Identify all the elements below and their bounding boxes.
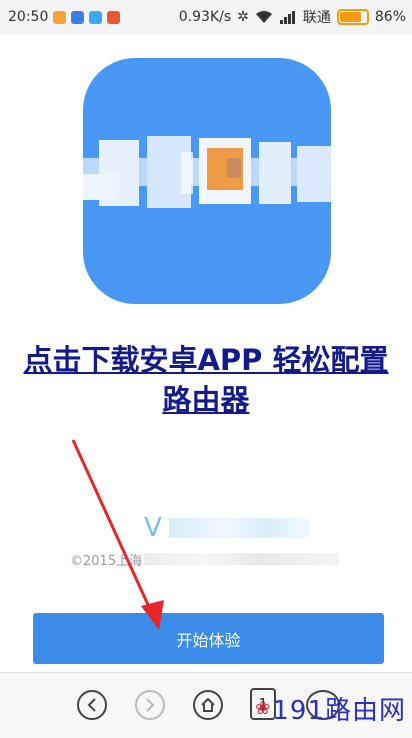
copyright-text: ©2015上海 bbox=[70, 553, 143, 569]
battery-level bbox=[339, 12, 361, 22]
status-time: 20:50 bbox=[8, 9, 49, 25]
notification-icon bbox=[71, 10, 85, 24]
version-label: V bbox=[144, 510, 309, 546]
download-app-link[interactable]: 点击下载安卓APP 轻松配置 路由器 bbox=[0, 340, 412, 420]
notification-icon bbox=[107, 10, 121, 24]
logo-blurred-wordmark bbox=[83, 134, 331, 216]
signal-icon bbox=[279, 11, 295, 24]
battery-percent: 86% bbox=[374, 9, 406, 25]
notification-icon bbox=[53, 10, 67, 24]
paw-icon: ❀ bbox=[255, 698, 271, 719]
status-bar: 20:50 0.93K/s ✲ 联通 86% bbox=[0, 0, 412, 34]
back-icon[interactable] bbox=[77, 690, 107, 720]
download-link-line-2: 路由器 bbox=[162, 383, 250, 417]
app-logo bbox=[83, 58, 331, 304]
status-right-group: 0.93K/s ✲ 联通 86% bbox=[179, 0, 406, 34]
network-speed: 0.93K/s bbox=[178, 9, 232, 25]
wifi-icon bbox=[255, 10, 272, 23]
forward-icon[interactable] bbox=[135, 690, 165, 720]
start-experience-button[interactable]: 开始体验 bbox=[33, 613, 384, 664]
copyright-blurred bbox=[144, 553, 340, 565]
download-link-line-1: 点击下载安卓APP 轻松配置 bbox=[23, 343, 389, 377]
version-blurred bbox=[168, 518, 309, 538]
bluetooth-icon: ✲ bbox=[237, 9, 249, 25]
watermark: ❀ 191路由网 bbox=[255, 690, 406, 727]
notification-icon bbox=[89, 10, 103, 24]
version-text: V bbox=[144, 513, 163, 543]
home-icon[interactable] bbox=[193, 690, 223, 720]
watermark-text: 191路由网 bbox=[272, 696, 406, 726]
carrier-label: 联通 bbox=[302, 10, 331, 26]
battery-icon bbox=[336, 9, 369, 25]
copyright-label: ©2015上海 bbox=[70, 548, 340, 570]
